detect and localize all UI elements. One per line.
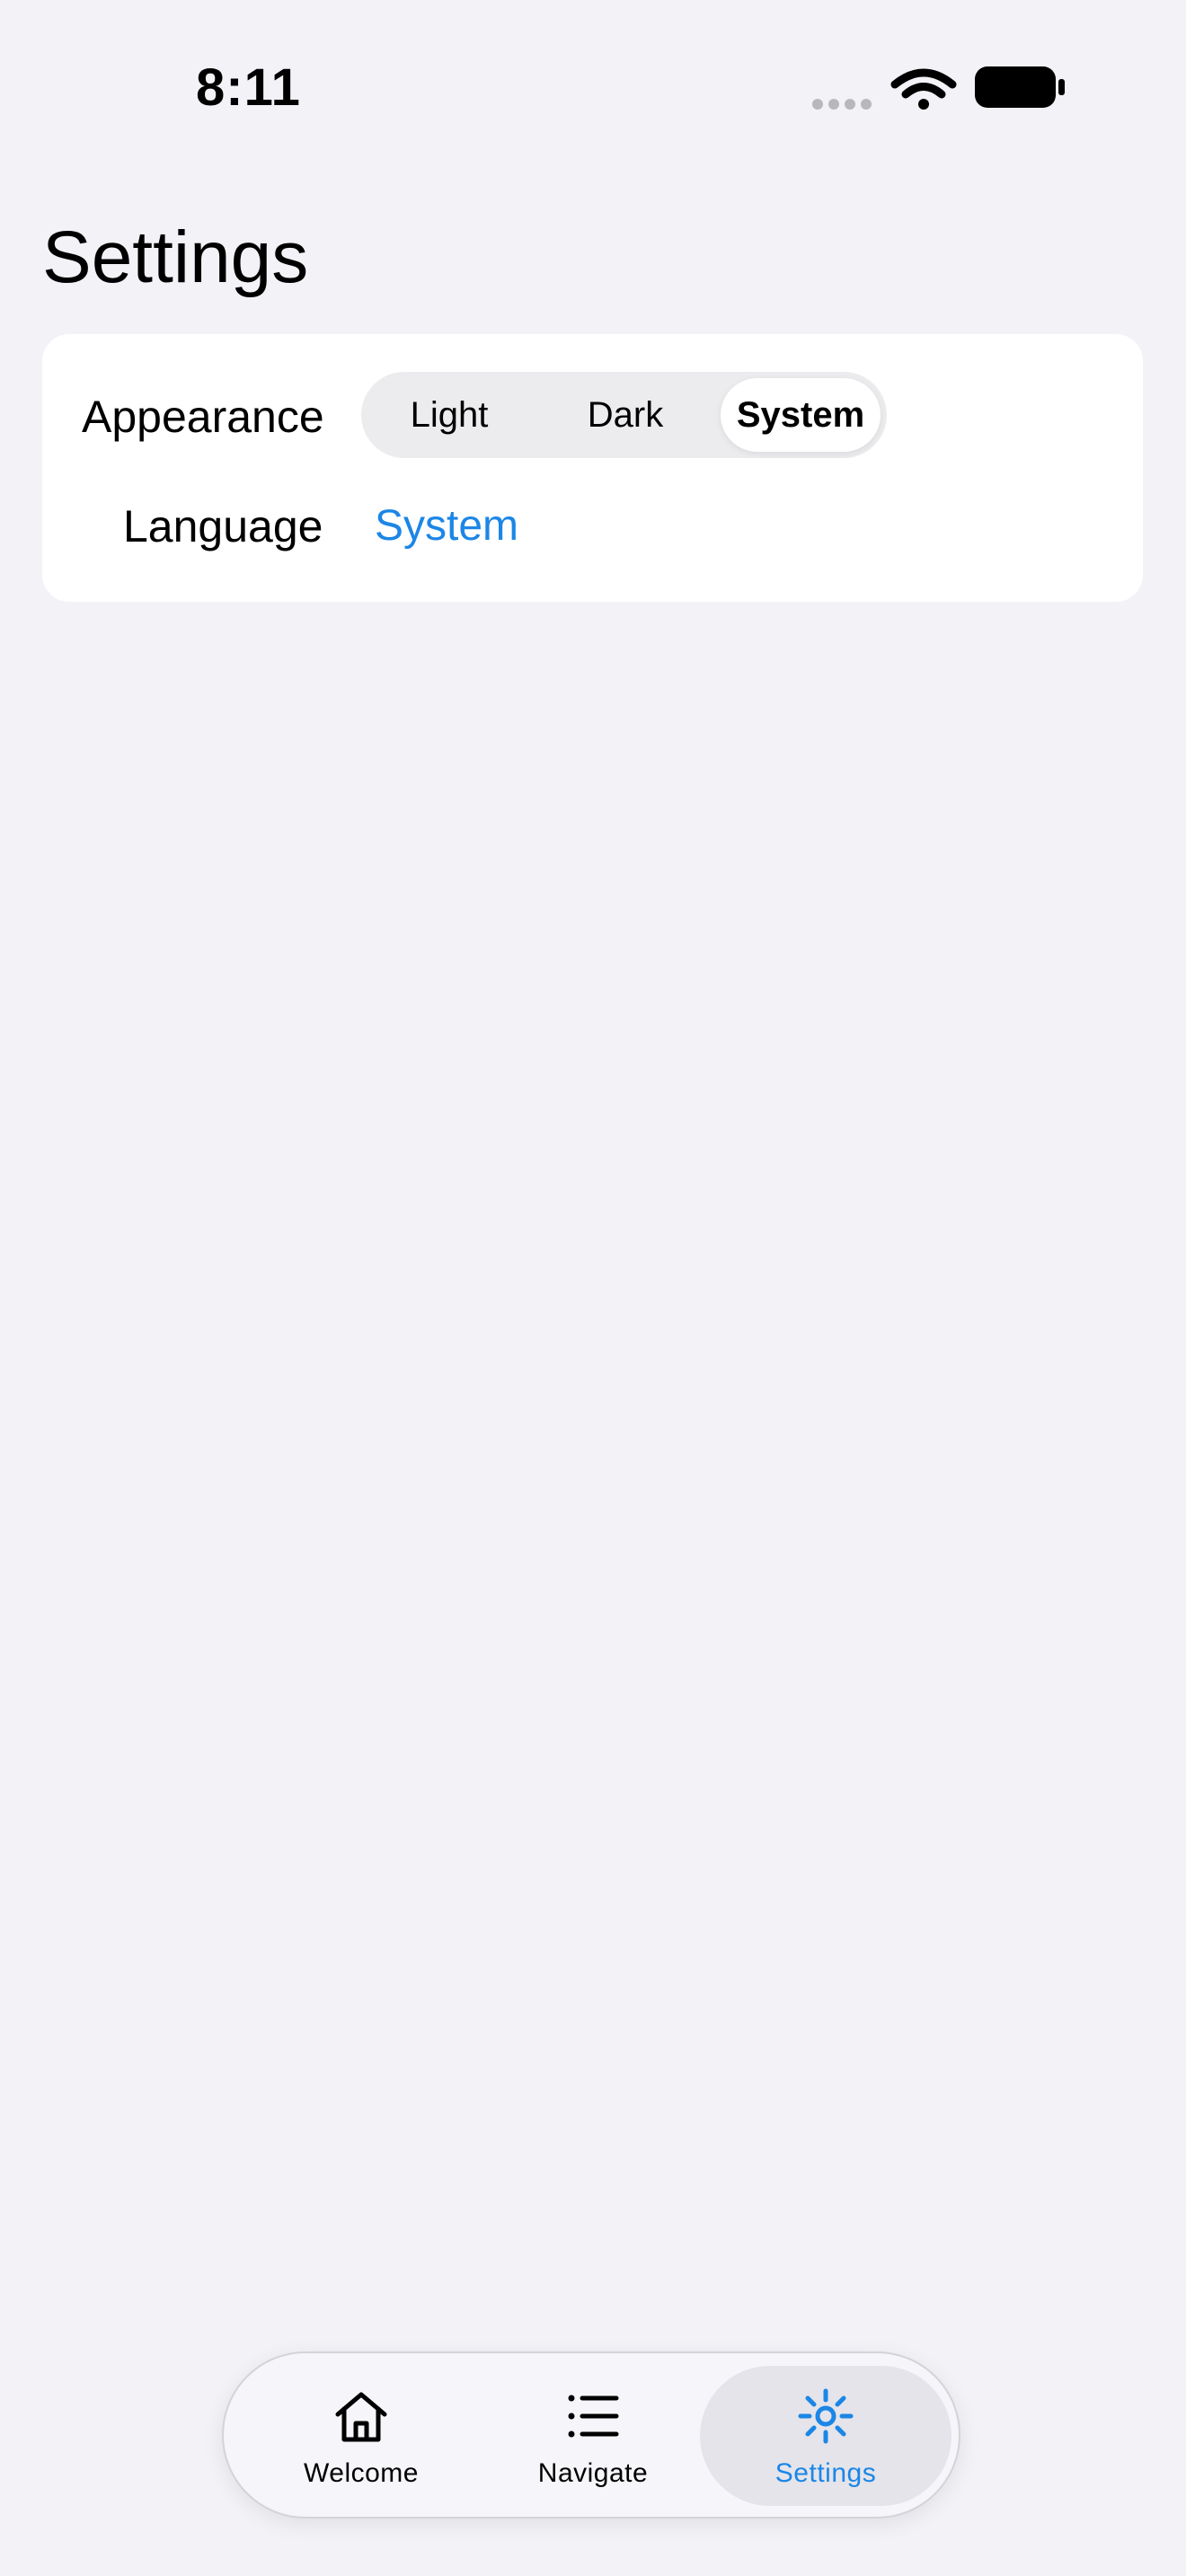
tab-label: Settings [774, 2458, 877, 2488]
house-icon [335, 2392, 387, 2442]
tab-label: Welcome [304, 2458, 419, 2488]
settings-card: Appearance Light Dark System Language Sy… [42, 334, 1143, 602]
list-icon [568, 2395, 619, 2438]
status-time: 8:11 [196, 58, 301, 117]
status-icons [809, 63, 1069, 113]
page-title: Settings [42, 216, 309, 298]
language-label: Language [123, 501, 323, 551]
appearance-option-light[interactable]: Light [368, 378, 530, 452]
tab-bar: Welcome Navigate Settings [222, 2351, 960, 2519]
appearance-label: Appearance [82, 392, 324, 442]
appearance-option-system[interactable]: System [721, 378, 881, 452]
tab-navigate[interactable]: Navigate [481, 2366, 705, 2506]
appearance-option-dark[interactable]: Dark [537, 378, 713, 452]
appearance-segmented-control: Light Dark System [361, 372, 887, 458]
tab-label: Navigate [537, 2458, 649, 2488]
sun-gear-icon [798, 2388, 854, 2444]
cellular-signal-icon [812, 99, 872, 110]
wifi-icon [890, 68, 957, 110]
language-picker[interactable]: System [375, 498, 518, 555]
tab-welcome[interactable]: Welcome [249, 2366, 474, 2506]
battery-icon [975, 66, 1065, 108]
tab-settings[interactable]: Settings [700, 2366, 951, 2506]
